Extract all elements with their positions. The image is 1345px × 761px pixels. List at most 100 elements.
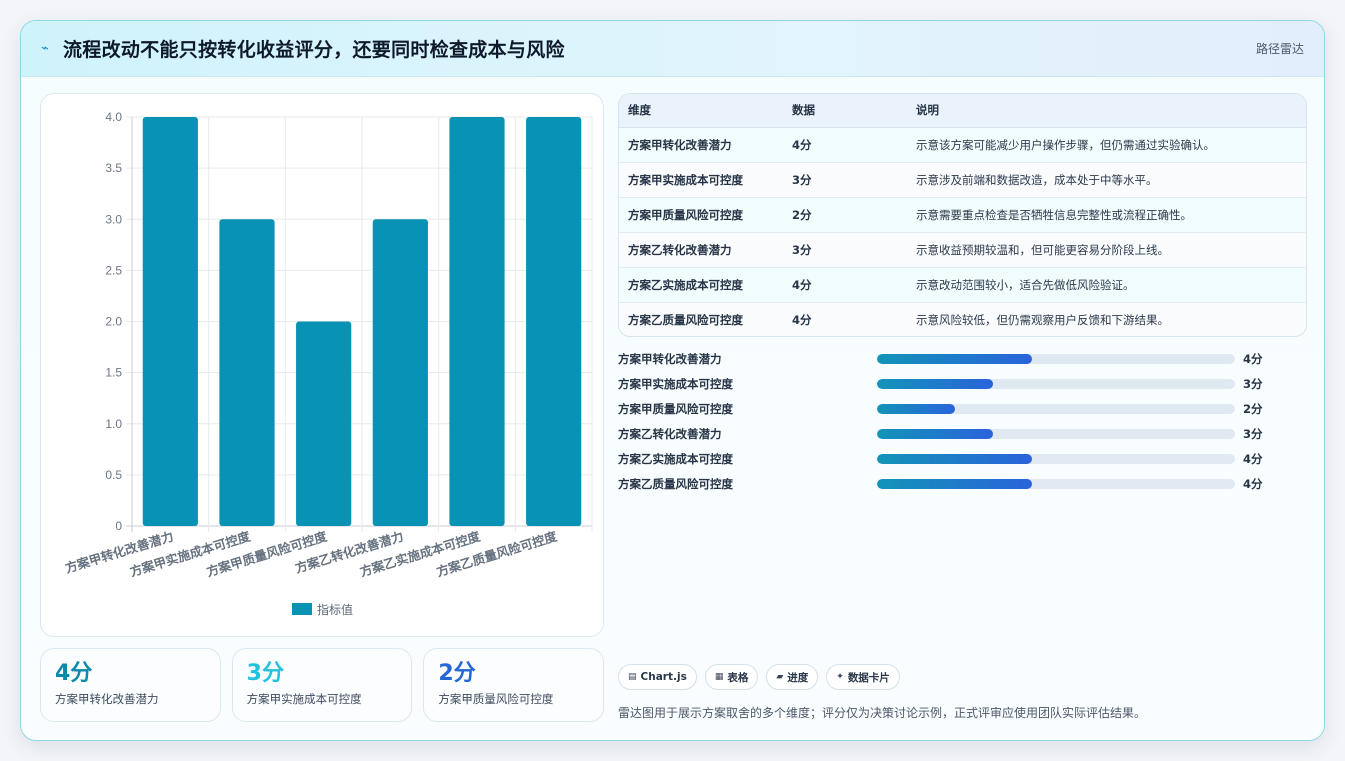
progress-track <box>877 353 1235 364</box>
stat-card: 2分 方案甲质量风险可控度 <box>423 648 605 722</box>
chip-progress[interactable]: ▰ 进度 <box>766 664 819 690</box>
data-table-wrap: 维度 数据 说明 方案甲转化改善潜力 4分 示意该方案可能减少用户操作步骤，但仍… <box>618 93 1307 337</box>
column-header-note: 说明 <box>907 94 1306 128</box>
table-row: 方案乙质量风险可控度 4分 示意风险较低，但仍需观察用户反馈和下游结果。 <box>619 302 1306 336</box>
progress-fill <box>877 403 955 414</box>
cell-note: 示意该方案可能减少用户操作步骤，但仍需通过实验确认。 <box>907 127 1306 163</box>
table-row: 方案甲质量风险可控度 2分 示意需要重点检查是否牺牲信息完整性或流程正确性。 <box>619 197 1306 233</box>
bar <box>449 117 505 526</box>
progress-row: 方案甲实施成本可控度 3分 <box>618 371 1307 396</box>
progress-label: 方案乙实施成本可控度 <box>618 451 733 466</box>
progress-value: 4分 <box>1243 351 1263 366</box>
table-row: 方案甲实施成本可控度 3分 示意涉及前端和数据改造，成本处于中等水平。 <box>619 162 1306 198</box>
progress-value: 4分 <box>1243 451 1263 466</box>
progress-fill <box>877 478 1033 489</box>
trend-icon: ⌁ <box>41 41 49 56</box>
bar <box>142 117 198 526</box>
progress-value: 2分 <box>1243 401 1263 416</box>
legend-label: 指标值 <box>317 602 353 617</box>
bar <box>219 219 275 526</box>
tech-chips: ▤ Chart.js ▦ 表格 ▰ 进度 ✦ 数据卡片 <box>618 664 900 690</box>
progress-label: 方案甲实施成本可控度 <box>618 376 733 391</box>
header-tag: 路径雷达 <box>1255 42 1304 56</box>
column-header-data: 数据 <box>783 94 907 128</box>
card-icon: ✦ <box>836 672 844 682</box>
y-tick-label: 1.0 <box>105 417 122 431</box>
stat-label: 方案甲质量风险可控度 <box>438 692 554 706</box>
y-tick-label: 3.0 <box>105 212 122 226</box>
cell-dimension: 方案乙实施成本可控度 <box>619 267 783 303</box>
progress-track <box>877 478 1235 489</box>
y-tick-label: 0 <box>115 519 122 533</box>
progress-row: 方案甲质量风险可控度 2分 <box>618 396 1307 421</box>
data-table: 维度 数据 说明 方案甲转化改善潜力 4分 示意该方案可能减少用户操作步骤，但仍… <box>619 94 1306 336</box>
progress-row: 方案乙实施成本可控度 4分 <box>618 446 1307 471</box>
stat-value: 2分 <box>438 661 476 686</box>
cell-value: 3分 <box>783 162 907 198</box>
title-wrap: ⌁ 流程改动不能只按转化收益评分，还要同时检查成本与风险 <box>41 35 565 62</box>
cell-dimension: 方案甲转化改善潜力 <box>619 127 783 163</box>
y-tick-label: 1.5 <box>105 366 122 380</box>
stat-card: 3分 方案甲实施成本可控度 <box>231 648 413 722</box>
progress-label: 方案甲转化改善潜力 <box>618 351 722 366</box>
table-row: 方案甲转化改善潜力 4分 示意该方案可能减少用户操作步骤，但仍需通过实验确认。 <box>619 127 1306 163</box>
progress-row: 方案乙转化改善潜力 3分 <box>618 421 1307 446</box>
progress-track <box>877 378 1235 389</box>
progress-label: 方案乙转化改善潜力 <box>618 426 722 441</box>
bar <box>296 321 352 526</box>
stat-cards: 4分 方案甲转化改善潜力 3分 方案甲实施成本可控度 2分 方案甲质量风险可控度 <box>40 648 605 722</box>
chart-panel: 0 0.5 1.0 1.5 2.0 2.5 3.0 3.5 4.0 方案甲转化改善潜力 方案甲实施成… <box>40 93 604 637</box>
progress-track <box>877 428 1235 439</box>
y-tick-label: 3.5 <box>105 161 122 175</box>
cell-value: 4分 <box>783 267 907 303</box>
progress-label: 方案甲质量风险可控度 <box>618 401 733 416</box>
cell-value: 4分 <box>783 127 907 163</box>
cell-note: 示意风险较低，但仍需观察用户反馈和下游结果。 <box>916 312 1169 327</box>
table-icon: ▦ <box>714 672 724 682</box>
cell-dimension: 方案甲质量风险可控度 <box>619 197 783 233</box>
stat-label: 方案甲实施成本可控度 <box>246 692 362 706</box>
progress-row: 方案乙质量风险可控度 4分 <box>618 471 1307 496</box>
legend-swatch <box>292 603 312 615</box>
cell-note: 示意涉及前端和数据改造，成本处于中等水平。 <box>907 162 1306 198</box>
cell-value: 2分 <box>783 197 907 233</box>
table-header-row: 维度 数据 说明 <box>619 94 1306 128</box>
stat-label: 方案甲转化改善潜力 <box>55 692 159 706</box>
progress-value: 3分 <box>1243 376 1263 391</box>
page-title: 流程改动不能只按转化收益评分，还要同时检查成本与风险 <box>63 39 565 61</box>
progress-track <box>877 403 1235 414</box>
cell-note: 示意收益预期较温和，但可能更容易分阶段上线。 <box>907 232 1306 268</box>
progress-value: 4分 <box>1243 476 1263 491</box>
progress-track <box>877 453 1235 464</box>
chip-label: 进度 <box>787 671 809 684</box>
progress-label: 方案乙质量风险可控度 <box>618 476 733 491</box>
table-row: 方案乙实施成本可控度 4分 示意改动范围较小，适合先做低风险验证。 <box>619 267 1306 303</box>
stat-value: 3分 <box>246 661 284 686</box>
column-header-dimension: 维度 <box>619 94 783 128</box>
cell-note: 示意改动范围较小，适合先做低风险验证。 <box>907 267 1306 303</box>
chip-label: Chart.js <box>640 671 687 683</box>
progress-fill <box>877 453 1033 464</box>
y-tick-label: 0.5 <box>105 468 122 482</box>
progress-list: 方案甲转化改善潜力 4分 方案甲实施成本可控度 3分 方案甲质量风险可控度 2分… <box>618 346 1307 496</box>
progress-fill <box>877 428 994 439</box>
progress-fill <box>877 353 1033 364</box>
cell-dimension: 方案甲实施成本可控度 <box>619 162 783 198</box>
chip-data-card[interactable]: ✦ 数据卡片 <box>826 664 900 690</box>
y-tick-label: 2.5 <box>105 263 122 277</box>
chip-table[interactable]: ▦ 表格 <box>704 664 759 690</box>
cell-value: 4分 <box>792 312 812 327</box>
cell-note: 示意需要重点检查是否牺牲信息完整性或流程正确性。 <box>907 197 1306 233</box>
header: ⌁ 流程改动不能只按转化收益评分，还要同时检查成本与风险 路径雷达 <box>21 21 1324 77</box>
chip-chartjs[interactable]: ▤ Chart.js <box>618 664 697 690</box>
bar <box>372 219 428 526</box>
progress-icon: ▰ <box>776 672 784 682</box>
cell-dimension: 方案乙质量风险可控度 <box>628 312 743 327</box>
dashboard-card: ⌁ 流程改动不能只按转化收益评分，还要同时检查成本与风险 路径雷达 0 0.5 1.… <box>20 20 1325 741</box>
table-row: 方案乙转化改善潜力 3分 示意收益预期较温和，但可能更容易分阶段上线。 <box>619 232 1306 268</box>
bar <box>526 117 582 526</box>
chart-icon: ▤ <box>628 672 637 682</box>
progress-fill <box>877 378 994 389</box>
cell-value: 3分 <box>783 232 907 268</box>
cell-dimension: 方案乙转化改善潜力 <box>619 232 783 268</box>
